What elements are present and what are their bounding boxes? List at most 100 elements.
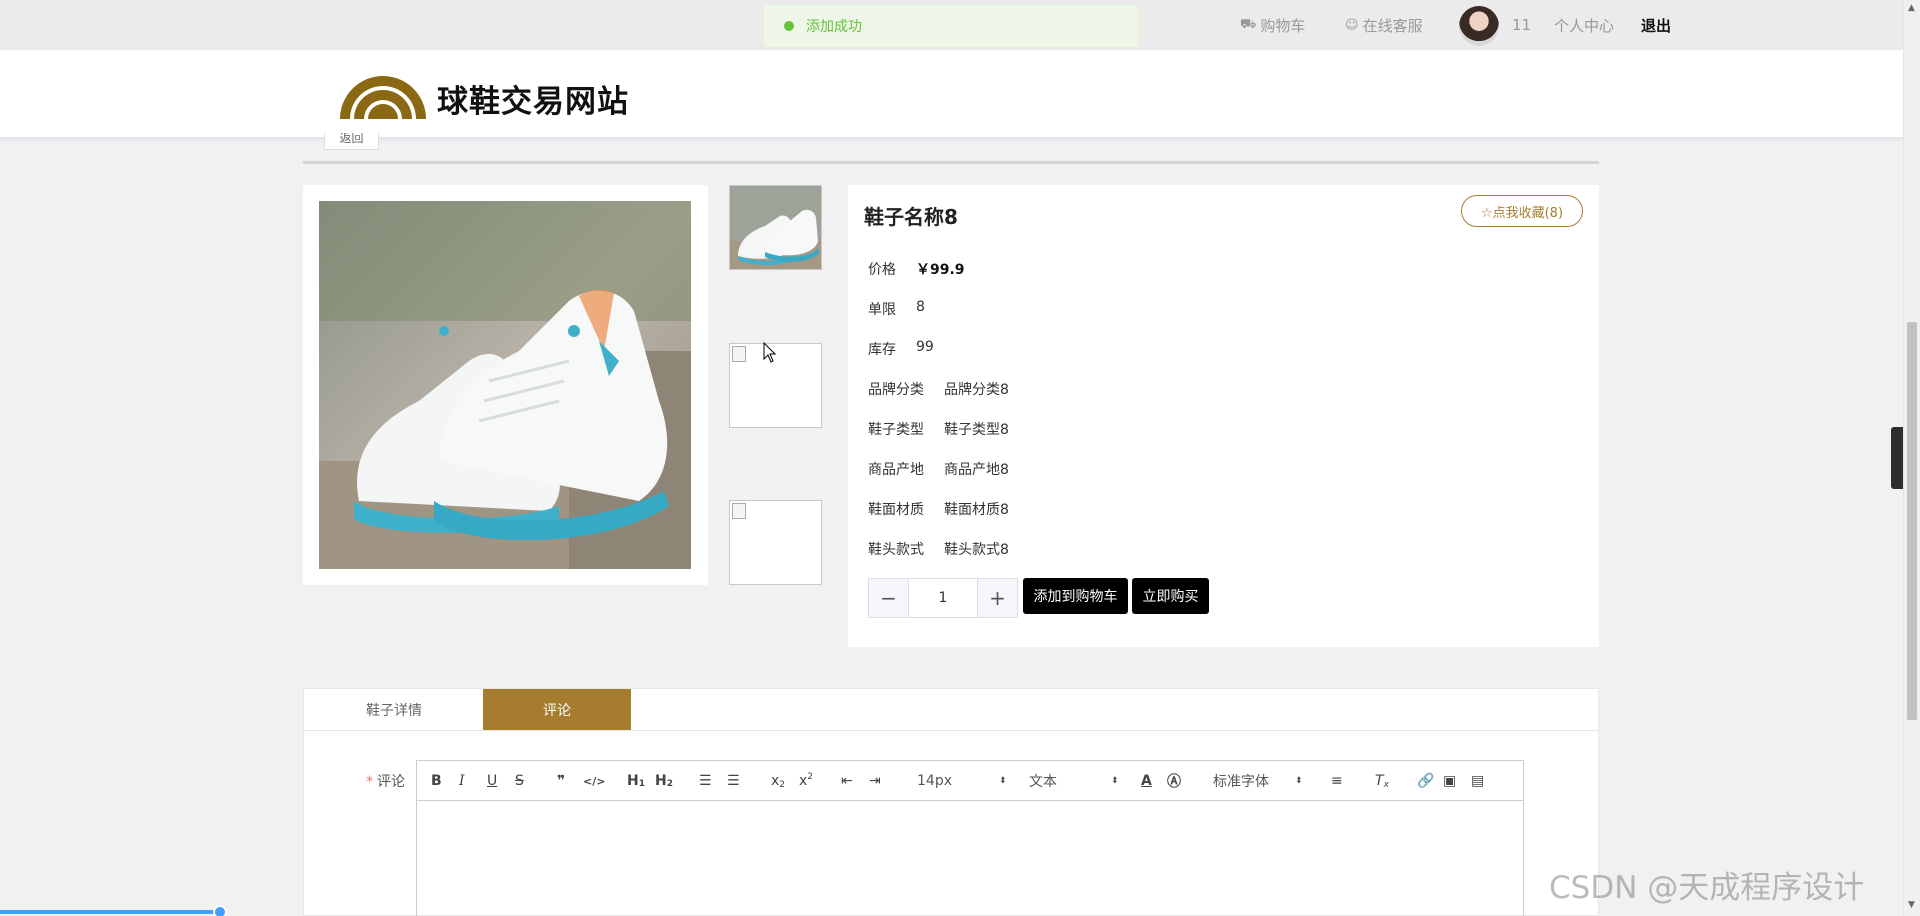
attr-row-limit: 单限 8 [868,299,925,319]
add-to-cart-button[interactable]: 添加到购物车 [1023,578,1128,614]
watermark: CSDN @天成程序设计 [1549,870,1865,906]
attr-value: 鞋面材质8 [944,502,1009,518]
heading2-icon[interactable]: H2 [655,761,673,801]
attr-value: 鞋头款式8 [944,542,1009,558]
attr-key: 鞋面材质 [868,502,924,518]
font-family-select[interactable]: 标准字体 ⬍ [1213,761,1303,801]
tab-shoe-details[interactable]: 鞋子详情 [304,689,484,730]
comment-label-text: 评论 [377,774,405,790]
favorite-button[interactable]: ☆点我收藏(8) [1461,195,1583,227]
ordered-list-icon[interactable]: ☰ [699,761,712,801]
product-thumbnail[interactable] [729,500,822,585]
scrollbar-thumb[interactable] [1907,322,1917,720]
truck-icon: ⛟ [1240,16,1257,32]
text-type-value: 文本 [1029,774,1057,790]
strikethrough-icon[interactable]: S [515,761,524,801]
attr-value: ￥99.9 [916,262,965,278]
attr-row-material: 鞋面材质 鞋面材质8 [868,499,1009,519]
attr-row-stock: 库存 99 [868,339,934,359]
success-icon [784,21,794,31]
service-label: 在线客服 [1362,16,1423,35]
service-icon: ☺ [1345,17,1359,33]
increase-button[interactable]: + [977,579,1017,617]
image-icon[interactable]: ▣ [1443,761,1456,801]
product-main-image[interactable] [319,201,691,569]
mouse-cursor-icon [763,342,777,363]
online-service-link[interactable]: ☺ 在线客服 [1345,0,1423,50]
broken-image-icon [732,346,746,362]
page-scrollbar[interactable]: ▲ ▼ [1903,0,1920,916]
cart-link[interactable]: ⛟ 购物车 [1240,0,1305,50]
bold-icon[interactable]: B [431,761,442,801]
comment-label: * 评论 [366,771,405,791]
progress-knob[interactable] [213,905,227,916]
logout-link[interactable]: 退出 [1641,0,1671,50]
attr-key: 鞋头款式 [868,542,924,558]
align-icon[interactable]: ≡ [1331,761,1343,801]
text-type-select[interactable]: 文本 ⬍ [1029,761,1119,801]
attr-value: 商品产地8 [944,462,1009,478]
font-size-select[interactable]: 14px ⬍ [917,761,1007,801]
progress-bar [0,910,222,914]
italic-icon[interactable]: I [459,761,465,801]
toast-message: 添加成功 [806,19,862,35]
subscript-icon[interactable]: x2 [771,761,785,801]
quantity-stepper: − 1 + [868,578,1018,618]
product-name: 鞋子名称8 [864,205,958,229]
attr-value: 99 [916,339,934,355]
required-mark: * [366,774,373,790]
indent-icon[interactable]: ⇥ [869,761,881,801]
site-header: 球鞋交易网站 [0,50,1903,139]
thumbnail-image [730,186,821,269]
product-info-panel: 鞋子名称8 ☆点我收藏(8) 价格 ￥99.9 单限 8 库存 99 品牌分类 … [848,185,1599,647]
attr-value: 8 [916,299,925,315]
attr-row-type: 鞋子类型 鞋子类型8 [868,419,1009,439]
outdent-icon[interactable]: ⇤ [841,761,853,801]
broken-image-icon [732,503,746,519]
attr-row-brand: 品牌分类 品牌分类8 [868,379,1009,399]
success-toast: 添加成功 [763,4,1139,48]
heading1-icon[interactable]: H1 [627,761,645,801]
avatar[interactable] [1459,6,1499,46]
scroll-up-icon[interactable]: ▲ [1908,3,1915,13]
font-size-value: 14px [917,773,952,789]
video-icon[interactable]: ▤ [1471,761,1484,801]
scroll-down-icon[interactable]: ▼ [1908,900,1915,910]
font-family-value: 标准字体 [1213,774,1269,790]
product-thumbnail[interactable] [729,185,822,270]
font-color-icon[interactable]: A [1141,761,1152,801]
bullet-list-icon[interactable]: ☰ [727,761,740,801]
attr-row-toe-style: 鞋头款式 鞋头款式8 [868,539,1009,559]
link-icon[interactable]: 🔗 [1417,761,1434,801]
back-button[interactable]: 返回 [324,133,379,150]
attr-key: 单限 [868,302,896,318]
attr-row-origin: 商品产地 商品产地8 [868,459,1009,479]
decrease-button[interactable]: − [869,579,909,617]
site-logo [340,76,426,119]
background-color-icon[interactable]: Ⓐ [1167,761,1181,801]
rich-text-editor: B I U S ❞ </> H1 H2 ☰ ☰ x2 x2 ⇤ ⇥ 14px ⬍… [416,760,1524,916]
attr-value: 鞋子类型8 [944,422,1009,438]
attr-row-price: 价格 ￥99.9 [868,259,965,279]
tab-comments[interactable]: 评论 [483,689,631,730]
attr-value: 品牌分类8 [944,382,1009,398]
blockquote-icon[interactable]: ❞ [557,761,565,801]
user-center-link[interactable]: 个人中心 [1554,0,1614,50]
editor-toolbar: B I U S ❞ </> H1 H2 ☰ ☰ x2 x2 ⇤ ⇥ 14px ⬍… [417,761,1523,801]
detail-tabs: 鞋子详情 评论 * 评论 B I U S ❞ </> H1 H2 ☰ ☰ x2 x… [303,688,1599,916]
quantity-input[interactable]: 1 [909,579,977,617]
site-title: 球鞋交易网站 [437,84,629,120]
code-block-icon[interactable]: </> [583,761,605,801]
attr-key: 品牌分类 [868,382,924,398]
attr-key: 库存 [868,342,896,358]
attr-key: 商品产地 [868,462,924,478]
attr-key: 价格 [868,262,896,278]
tab-bar: 鞋子详情 评论 [304,689,1598,731]
clear-format-icon[interactable]: Tx [1375,761,1389,801]
main-image-box [303,185,708,585]
underline-icon[interactable]: U [487,761,497,801]
superscript-icon[interactable]: x2 [799,761,813,801]
select-arrow-icon: ⬍ [1295,776,1303,786]
username[interactable]: 11 [1512,0,1531,50]
buy-now-button[interactable]: 立即购买 [1132,578,1209,614]
